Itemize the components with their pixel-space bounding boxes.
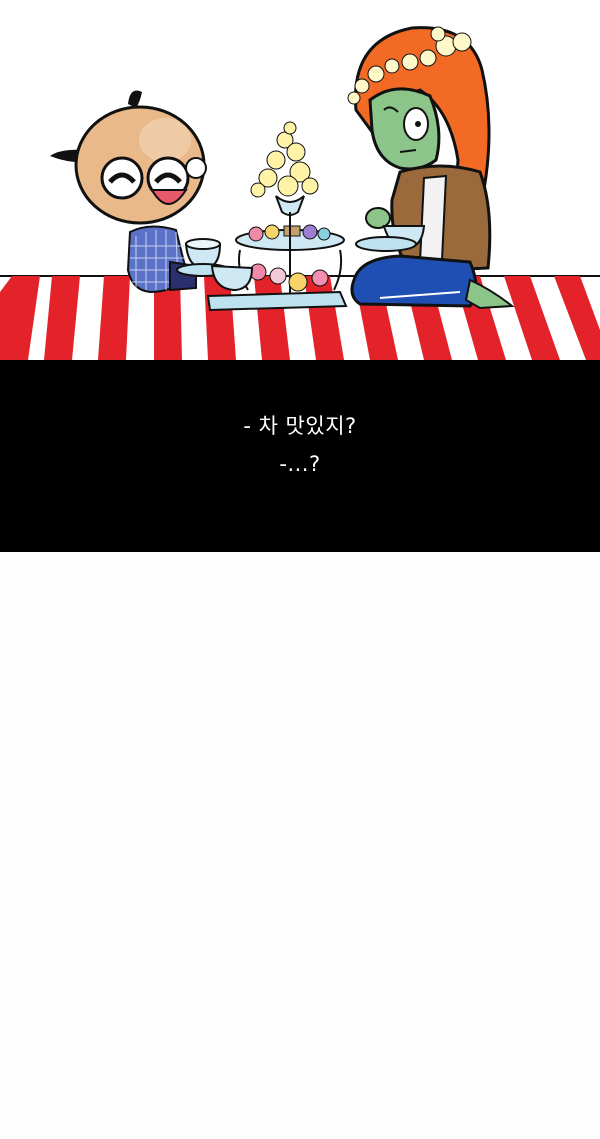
zombie-girl-character xyxy=(347,26,515,310)
dialogue-line-2: -...? xyxy=(279,452,321,476)
tea-party-illustration xyxy=(0,26,600,360)
dialogue-line-1: - 차 맛있지? xyxy=(243,414,357,438)
comic-panel xyxy=(0,0,600,360)
blank-area xyxy=(0,552,600,1139)
dog-character xyxy=(50,90,230,294)
tea-stand xyxy=(206,121,348,312)
